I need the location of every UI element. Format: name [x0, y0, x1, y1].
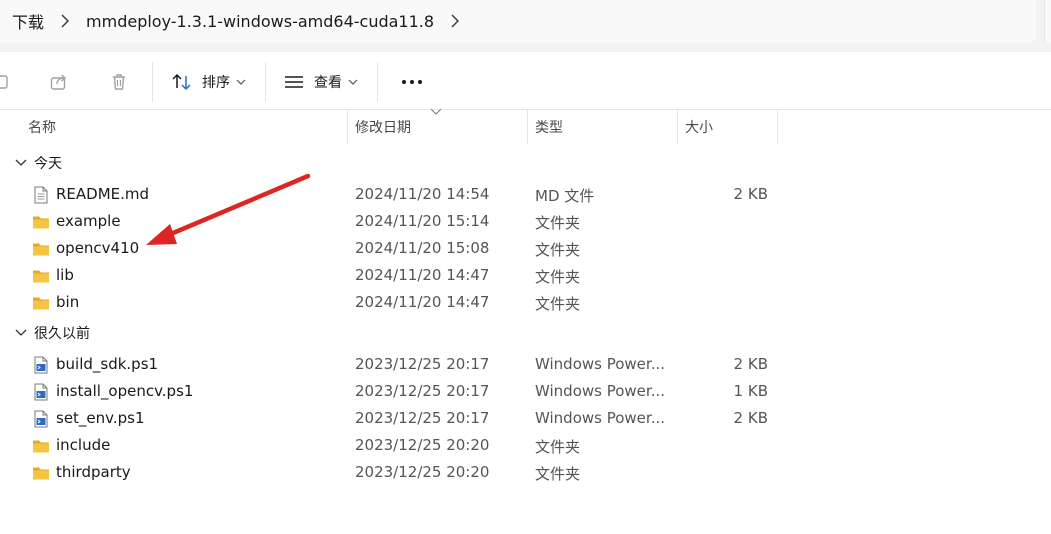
command-bar: 排序 查看 [0, 52, 1051, 110]
folder-row-bin[interactable]: bin 2024/11/20 14:47 文件夹 [24, 289, 784, 316]
file-date: 2024/11/20 14:54 [355, 185, 490, 203]
folder-icon [33, 467, 49, 480]
file-size: 2 KB [733, 185, 768, 203]
group-header-today[interactable]: 今天 [14, 151, 62, 175]
file-date: 2023/12/25 20:17 [355, 409, 490, 427]
delete-icon[interactable] [107, 70, 131, 94]
view-label: 查看 [314, 75, 342, 91]
file-name: README.md [56, 185, 150, 203]
column-divider[interactable] [777, 110, 778, 144]
folder-row-example[interactable]: example 2024/11/20 15:14 文件夹 [24, 208, 784, 235]
column-header-size[interactable]: 大小 [677, 110, 777, 144]
breadcrumb[interactable]: 下载 mmdeploy-1.3.1-windows-amd64-cuda11.8 [0, 0, 1036, 42]
file-date: 2024/11/20 14:47 [355, 266, 490, 284]
file-name: install_opencv.ps1 [56, 382, 194, 400]
file-name: bin [56, 293, 80, 311]
file-date: 2024/11/20 14:47 [355, 293, 490, 311]
file-name: include [56, 436, 111, 454]
folder-row-thirdparty[interactable]: thirdparty 2023/12/25 20:20 文件夹 [24, 459, 784, 486]
file-name: set_env.ps1 [56, 409, 145, 427]
powershell-script-icon [34, 383, 48, 401]
file-type: 文件夹 [535, 438, 581, 456]
file-date: 2023/12/25 20:20 [355, 463, 490, 481]
file-type: 文件夹 [535, 465, 581, 483]
chevron-down-icon [348, 77, 358, 87]
toolbar-separator [377, 62, 378, 102]
column-header-row: 名称 修改日期 类型 大小 [0, 110, 1051, 144]
share-icon[interactable] [47, 70, 71, 94]
group-label: 今天 [34, 156, 62, 172]
file-row-readme[interactable]: README.md 2024/11/20 14:54 MD 文件 2 KB [24, 181, 784, 208]
address-bar: 下载 mmdeploy-1.3.1-windows-amd64-cuda11.8 [0, 0, 1051, 52]
group-label: 很久以前 [34, 326, 90, 342]
file-type: MD 文件 [535, 187, 595, 205]
file-date: 2024/11/20 15:08 [355, 239, 490, 257]
file-row-install-opencv[interactable]: install_opencv.ps1 2023/12/25 20:17 Wind… [24, 378, 784, 405]
column-header-name[interactable]: 名称 [20, 110, 347, 144]
file-type: Windows Power... [535, 355, 666, 373]
file-type: Windows Power... [535, 382, 666, 400]
list-view-icon [282, 70, 306, 94]
file-type: 文件夹 [535, 241, 581, 259]
file-type: Windows Power... [535, 409, 666, 427]
folder-icon [33, 297, 49, 310]
chevron-down-icon [14, 326, 28, 340]
chevron-down-icon [14, 156, 28, 170]
file-row-set-env[interactable]: set_env.ps1 2023/12/25 20:17 Windows Pow… [24, 405, 784, 432]
chevron-right-icon[interactable] [438, 7, 472, 35]
group-header-long-ago[interactable]: 很久以前 [14, 321, 90, 345]
document-icon [34, 186, 48, 204]
folder-row-lib[interactable]: lib 2024/11/20 14:47 文件夹 [24, 262, 784, 289]
file-date: 2023/12/25 20:17 [355, 355, 490, 373]
powershell-script-icon [34, 410, 48, 428]
chevron-right-icon[interactable] [48, 7, 82, 35]
file-date: 2023/12/25 20:17 [355, 382, 490, 400]
file-size: 2 KB [733, 409, 768, 427]
file-type: 文件夹 [535, 295, 581, 313]
file-name: opencv410 [56, 239, 140, 257]
sort-label: 排序 [202, 75, 230, 91]
file-name: example [56, 212, 121, 230]
folder-icon [33, 440, 49, 453]
file-name: lib [56, 266, 74, 284]
view-button[interactable]: 查看 [282, 66, 358, 98]
search-box[interactable] [1044, 0, 1051, 42]
powershell-script-icon [34, 356, 48, 374]
file-name: build_sdk.ps1 [56, 355, 159, 373]
breadcrumb-item-current-folder[interactable]: mmdeploy-1.3.1-windows-amd64-cuda11.8 [82, 12, 438, 31]
column-header-date[interactable]: 修改日期 [347, 110, 527, 144]
rename-icon[interactable] [0, 70, 12, 94]
more-options-icon[interactable] [398, 70, 426, 94]
toolbar-separator [152, 62, 153, 102]
file-date: 2023/12/25 20:20 [355, 436, 490, 454]
toolbar-separator [265, 62, 266, 102]
sort-button[interactable]: 排序 [170, 66, 246, 98]
file-type: 文件夹 [535, 214, 581, 232]
folder-icon [33, 270, 49, 283]
file-name: thirdparty [56, 463, 131, 481]
chevron-down-icon [236, 77, 246, 87]
column-header-type[interactable]: 类型 [527, 110, 677, 144]
breadcrumb-item-downloads[interactable]: 下载 [8, 9, 48, 33]
file-size: 2 KB [733, 355, 768, 373]
file-date: 2024/11/20 15:14 [355, 212, 490, 230]
file-type: 文件夹 [535, 268, 581, 286]
file-size: 1 KB [733, 382, 768, 400]
sort-icon [170, 70, 194, 94]
file-row-build-sdk[interactable]: build_sdk.ps1 2023/12/25 20:17 Windows P… [24, 351, 784, 378]
folder-row-opencv410[interactable]: opencv410 2024/11/20 15:08 文件夹 [24, 235, 784, 262]
folder-icon [33, 243, 49, 256]
folder-row-include[interactable]: include 2023/12/25 20:20 文件夹 [24, 432, 784, 459]
folder-icon [33, 216, 49, 229]
